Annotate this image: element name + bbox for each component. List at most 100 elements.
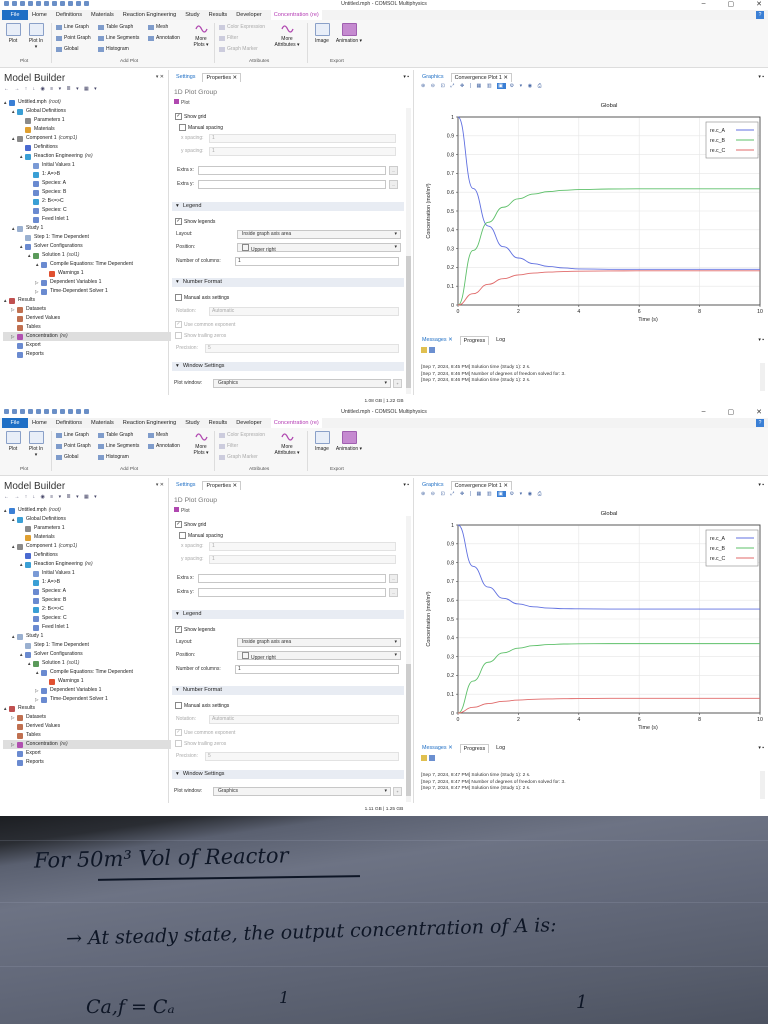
scrollbar-thumb[interactable] xyxy=(406,664,411,796)
tab-progress[interactable]: Progress xyxy=(459,744,490,753)
tree-item[interactable]: ▲ Solver Configurations xyxy=(19,242,85,251)
panel-menu-icon[interactable]: ▾ ▪ xyxy=(403,74,409,80)
tab-graphics[interactable]: Graphics xyxy=(419,73,447,82)
toggle-grid-icon[interactable]: ▣ xyxy=(497,491,507,497)
filter-messages-icon[interactable] xyxy=(429,755,435,761)
tree-item[interactable]: ▲ Solution 1 (sol1) xyxy=(27,251,79,260)
plot-in-button[interactable]: Plot In ▾ xyxy=(27,431,45,458)
tree-item[interactable]: ▲ Solution 1 (sol1) xyxy=(27,659,79,668)
tree-item[interactable]: Derived Values xyxy=(11,314,62,323)
minimize-icon[interactable]: – xyxy=(702,408,706,416)
panel-menu-icon[interactable]: ▾ ▪ xyxy=(758,74,764,80)
point-graph-button[interactable]: Point Graph xyxy=(56,443,91,449)
tree-item[interactable]: 1: A=>B xyxy=(27,170,62,179)
tab-progress[interactable]: Progress xyxy=(459,336,490,345)
tree-item[interactable]: Definitions xyxy=(19,551,60,560)
tab-messages[interactable]: Messages ✕ xyxy=(419,336,456,345)
messages-scrollbar[interactable] xyxy=(760,771,765,799)
tab-study[interactable]: Study xyxy=(185,418,199,428)
line-plot[interactable]: 00.10.20.30.40.50.60.70.80.910 2 4 6 8 10Glob… xyxy=(420,503,766,735)
clear-messages-icon[interactable] xyxy=(421,755,427,761)
more-attributes-button[interactable]: More Attributes ▾ xyxy=(272,431,302,456)
tree-item[interactable]: Materials xyxy=(19,125,57,134)
point-graph-button[interactable]: Point Graph xyxy=(56,35,91,41)
tab-study[interactable]: Study xyxy=(185,10,199,20)
plot-button[interactable]: Plot xyxy=(5,23,21,44)
tree-item[interactable]: ▲ Global Definitions xyxy=(11,107,68,116)
line-segments-button[interactable]: Line Segments xyxy=(98,35,139,41)
model-builder-toolbar[interactable]: ← → ↑ ↓ ◉ ≡ ▾ ≣ ▾ ▦ ▾ xyxy=(4,86,99,92)
tree-item[interactable]: Species: C xyxy=(27,206,69,215)
tree-item[interactable]: Export xyxy=(11,341,43,350)
model-builder-toolbar[interactable]: ← → ↑ ↓ ◉ ≡ ▾ ≣ ▾ ▦ ▾ xyxy=(4,494,99,500)
tree-item[interactable]: Species: A xyxy=(27,179,68,188)
tree-item[interactable]: Step 1: Time Dependent xyxy=(19,233,91,242)
panel-menu-icon[interactable]: ▾ ▪ xyxy=(758,745,764,751)
filter-button[interactable]: Filter xyxy=(219,443,238,449)
graph-marker-button[interactable]: Graph Marker xyxy=(219,46,258,52)
minimize-icon[interactable]: – xyxy=(702,0,706,8)
tab-log[interactable]: Log xyxy=(493,744,508,753)
show-grid-checkbox[interactable]: ✓ Show grid xyxy=(175,113,206,120)
tab-graphics[interactable]: Graphics xyxy=(419,481,447,490)
layout-select[interactable]: Inside graph axis area ▾ xyxy=(237,230,401,239)
graphics-toolbar[interactable]: ⊕ ⊖ ⊡ ⤢ ✥ | ▦ ▥ ▣ ⚙ ▾ ◉ ⎙ xyxy=(421,83,544,90)
layout-select[interactable]: Inside graph axis area ▾ xyxy=(237,638,401,647)
tree-item[interactable]: Tables xyxy=(11,323,43,332)
tree-item[interactable]: ▷ Concentration (re) xyxy=(3,740,171,749)
tree-item[interactable]: Species: C xyxy=(27,614,69,623)
tree-item[interactable]: Parameters 1 xyxy=(19,116,67,125)
window-settings-section-header[interactable]: ▾ Window Settings xyxy=(172,770,404,779)
tab-materials[interactable]: Materials xyxy=(91,10,114,20)
tab-settings[interactable]: Settings xyxy=(173,481,198,490)
trailing-zeros-checkbox[interactable]: Show trailing zeros xyxy=(175,332,226,339)
tab-results[interactable]: Results xyxy=(209,10,228,20)
tree-item[interactable]: ▷ Concentration (re) xyxy=(3,332,171,341)
mesh-button[interactable]: Mesh xyxy=(148,24,168,30)
tab-convergence-plot[interactable]: Convergence Plot 1 ✕ xyxy=(450,481,512,490)
scrollbar-thumb[interactable] xyxy=(406,256,411,388)
tree-item[interactable]: ▷ Time-Dependent Solver 1 xyxy=(35,287,110,296)
tab-messages[interactable]: Messages ✕ xyxy=(419,744,456,753)
x-spacing-input[interactable]: 1 xyxy=(209,134,396,143)
maximize-icon[interactable]: ▢ xyxy=(728,0,735,8)
more-attributes-button[interactable]: More Attributes ▾ xyxy=(272,23,302,48)
extra-x-input[interactable] xyxy=(198,574,386,583)
panel-menu-icon[interactable]: ▾ ▪ xyxy=(403,482,409,488)
clear-messages-icon[interactable] xyxy=(421,347,427,353)
extra-y-range-button[interactable]: … xyxy=(389,180,398,189)
extra-y-input[interactable] xyxy=(198,180,386,189)
mesh-button[interactable]: Mesh xyxy=(148,432,168,438)
panel-pin-icon[interactable]: ▾ ✕ xyxy=(156,74,164,80)
extra-x-range-button[interactable]: … xyxy=(389,574,398,583)
tab-concentration[interactable]: Concentration (re) xyxy=(270,418,322,428)
tab-concentration[interactable]: Concentration (re) xyxy=(270,10,322,20)
extra-y-input[interactable] xyxy=(198,588,386,597)
annotation-button[interactable]: Annotation xyxy=(148,443,180,449)
manual-spacing-checkbox[interactable]: Manual spacing xyxy=(179,124,223,131)
graphics-toolbar[interactable]: ⊕ ⊖ ⊡ ⤢ ✥ | ▦ ▥ ▣ ⚙ ▾ ◉ ⎙ xyxy=(421,491,544,498)
tree-item[interactable]: Feed Inlet 1 xyxy=(27,623,71,632)
y-spacing-input[interactable]: 1 xyxy=(209,555,396,564)
tree-item[interactable]: ▲ Study 1 xyxy=(11,224,45,233)
tree-item[interactable]: Initial Values 1 xyxy=(27,161,77,170)
line-segments-button[interactable]: Line Segments xyxy=(98,443,139,449)
tree-item[interactable]: Reports xyxy=(11,758,46,767)
tab-settings[interactable]: Settings xyxy=(173,73,198,82)
position-select[interactable]: Upper right ▾ xyxy=(237,651,401,661)
tab-developer[interactable]: Developer xyxy=(236,418,262,428)
tree-item[interactable]: ▷ Time-Dependent Solver 1 xyxy=(35,695,110,704)
tab-home[interactable]: Home xyxy=(32,418,47,428)
maximize-icon[interactable]: ▢ xyxy=(728,408,735,416)
panel-menu-icon[interactable]: ▾ ▪ xyxy=(758,337,764,343)
tree-item[interactable]: Species: B xyxy=(27,188,68,197)
number-format-section-header[interactable]: ▾ Number Format xyxy=(172,686,404,695)
table-graph-button[interactable]: Table Graph xyxy=(98,432,133,438)
tree-item[interactable]: 2: B<=>C xyxy=(27,197,66,206)
manual-axis-checkbox[interactable]: Manual axis settings xyxy=(175,702,229,709)
help-icon[interactable]: ? xyxy=(756,11,764,19)
tab-reaction-engineering[interactable]: Reaction Engineering xyxy=(123,418,177,428)
table-graph-button[interactable]: Table Graph xyxy=(98,24,133,30)
tree-item[interactable]: ▲ Solver Configurations xyxy=(19,650,85,659)
global-button[interactable]: Global xyxy=(56,46,78,52)
